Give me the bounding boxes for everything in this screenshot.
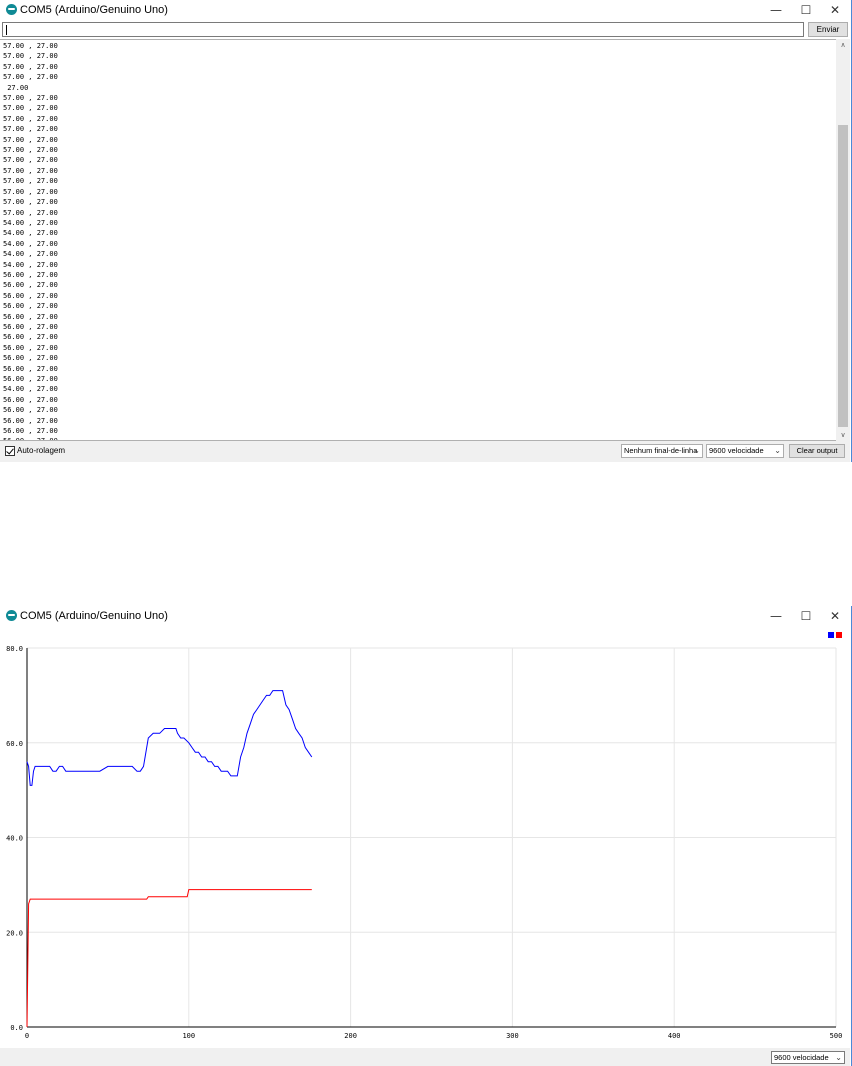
scroll-up-arrow-icon[interactable]: ∧	[836, 39, 850, 51]
serial-output-line: 56.00 , 27.00	[3, 312, 58, 321]
close-button[interactable]: ✕	[821, 0, 849, 20]
serial-output-line: 57.00 , 27.00	[3, 104, 58, 113]
send-row: Enviar	[2, 22, 850, 38]
serial-output-line: 57.00 , 27.00	[3, 146, 58, 155]
y-tick-label: 0.0	[10, 1024, 23, 1032]
text-cursor	[6, 25, 7, 35]
serial-output-line: 56.00 , 27.00	[3, 281, 58, 290]
arduino-icon	[6, 610, 17, 621]
chevron-down-icon: ⌄	[774, 446, 781, 455]
serial-output-line: 57.00 , 27.00	[3, 156, 58, 165]
baud-rate-select[interactable]: 9600 velocidade ⌄	[706, 444, 784, 458]
send-input[interactable]	[2, 22, 804, 37]
scrollbar-thumb[interactable]	[838, 125, 848, 427]
clear-output-button[interactable]: Clear output	[789, 444, 845, 458]
serial-output-line: 56.00 , 27.00	[3, 364, 58, 373]
serial-output-line: 56.00 , 27.00	[3, 406, 58, 415]
title-bar[interactable]: COM5 (Arduino/Genuino Uno) — ☐ ✕	[0, 606, 851, 626]
serial-output-line: 57.00 , 27.00	[3, 166, 58, 175]
minimize-button[interactable]: —	[762, 606, 790, 626]
serial-output-line: 57.00 , 27.00	[3, 73, 58, 82]
serial-output-line: 56.00 , 27.00	[3, 354, 58, 363]
maximize-button[interactable]: ☐	[792, 0, 820, 20]
series-1-line	[26, 690, 313, 786]
x-tick-label: 0	[25, 1032, 29, 1040]
y-tick-label: 60.0	[6, 740, 23, 748]
serial-output-line: 56.00 , 27.00	[3, 291, 58, 300]
window-title: COM5 (Arduino/Genuino Uno)	[20, 4, 168, 16]
serial-output-lines: 57.00 , 27.00 57.00 , 27.00 57.00 , 27.00 5…	[3, 41, 58, 440]
x-tick-label: 400	[668, 1032, 681, 1040]
x-tick-label: 300	[506, 1032, 519, 1040]
autoscroll-checkbox[interactable]	[5, 446, 15, 456]
chevron-down-icon: ⌄	[835, 1053, 842, 1062]
serial-plotter-window: COM5 (Arduino/Genuino Uno) — ☐ ✕ 0 100 200…	[0, 606, 852, 1066]
serial-output-line: 57.00 , 27.00	[3, 42, 58, 50]
autoscroll-label: Auto-rolagem	[17, 446, 66, 455]
x-tick-label: 500	[830, 1032, 843, 1040]
serial-output-line: 57.00 , 27.00	[3, 135, 58, 144]
y-tick-label: 80.0	[6, 645, 23, 653]
serial-output-line: 54.00 , 27.00	[3, 229, 58, 238]
serial-output-line: 57.00 , 27.00	[3, 52, 58, 61]
window-title: COM5 (Arduino/Genuino Uno)	[20, 610, 168, 622]
serial-monitor-window: COM5 (Arduino/Genuino Uno) — ☐ ✕ Enviar …	[0, 0, 852, 462]
x-tick-label: 100	[182, 1032, 195, 1040]
serial-output-line: 56.00 , 27.00	[3, 395, 58, 404]
serial-output-line: 54.00 , 27.00	[3, 218, 58, 227]
serial-output-line: 57.00 , 27.00	[3, 94, 58, 103]
serial-output-line: 56.00 , 27.00	[3, 375, 58, 383]
serial-output-line: 54.00 , 27.00	[3, 239, 58, 248]
serial-plot-chart: 0 100 200 300 400 500 0.0 20.0 40.0 60.0 80.0	[6, 645, 843, 1040]
serial-output-line: 54.00 , 27.00	[3, 260, 58, 269]
serial-output[interactable]: 57.00 , 27.00 57.00 , 27.00 57.00 , 27.00 5…	[0, 39, 836, 441]
x-tick-label: 200	[344, 1032, 357, 1040]
line-ending-select[interactable]: Nenhum final-de-linha ⌄	[621, 444, 703, 458]
title-bar[interactable]: COM5 (Arduino/Genuino Uno) — ☐ ✕	[0, 0, 851, 20]
serial-output-line: 56.00 , 27.00	[3, 270, 58, 279]
monitor-bottom-bar: Auto-rolagem Nenhum final-de-linha ⌄ 960…	[0, 441, 850, 462]
serial-output-line: 27.00	[3, 83, 29, 92]
plotter-bottom-bar: 9600 velocidade ⌄	[0, 1048, 850, 1066]
serial-output-line: 57.00 , 27.00	[3, 187, 58, 196]
serial-output-line: 57.00 , 27.00	[3, 208, 58, 217]
serial-output-line: 54.00 , 27.00	[3, 385, 58, 394]
serial-output-line: 57.00 , 27.00	[3, 198, 58, 207]
serial-output-line: 56.00 , 27.00	[3, 333, 58, 342]
close-button[interactable]: ✕	[821, 606, 849, 626]
baud-rate-select[interactable]: 9600 velocidade ⌄	[771, 1051, 845, 1064]
vertical-scrollbar[interactable]: ∧ ∨	[836, 39, 850, 441]
y-tick-label: 40.0	[6, 835, 23, 843]
line-ending-value: Nenhum final-de-linha	[624, 446, 698, 455]
baud-rate-value: 9600 velocidade	[709, 446, 764, 455]
serial-output-line: 56.00 , 27.00	[3, 343, 58, 352]
minimize-button[interactable]: —	[762, 0, 790, 20]
serial-output-line: 57.00 , 27.00	[3, 177, 58, 186]
baud-rate-value: 9600 velocidade	[774, 1053, 829, 1062]
chevron-down-icon: ⌄	[693, 446, 700, 455]
serial-output-line: 54.00 , 27.00	[3, 250, 58, 259]
serial-output-line: 56.00 , 27.00	[3, 427, 58, 436]
maximize-button[interactable]: ☐	[792, 606, 820, 626]
arduino-icon	[6, 4, 17, 15]
y-tick-label: 20.0	[6, 929, 23, 937]
send-button[interactable]: Enviar	[808, 22, 848, 37]
serial-output-line: 57.00 , 27.00	[3, 125, 58, 134]
serial-output-line: 57.00 , 27.00	[3, 62, 58, 71]
scroll-down-arrow-icon[interactable]: ∨	[836, 429, 850, 441]
serial-output-line: 57.00 , 27.00	[3, 114, 58, 123]
serial-output-line: 56.00 , 27.00	[3, 322, 58, 331]
serial-output-line: 56.00 , 27.00	[3, 416, 58, 425]
series-2-line	[26, 889, 312, 1028]
serial-output-line: 56.00 , 27.00	[3, 302, 58, 311]
